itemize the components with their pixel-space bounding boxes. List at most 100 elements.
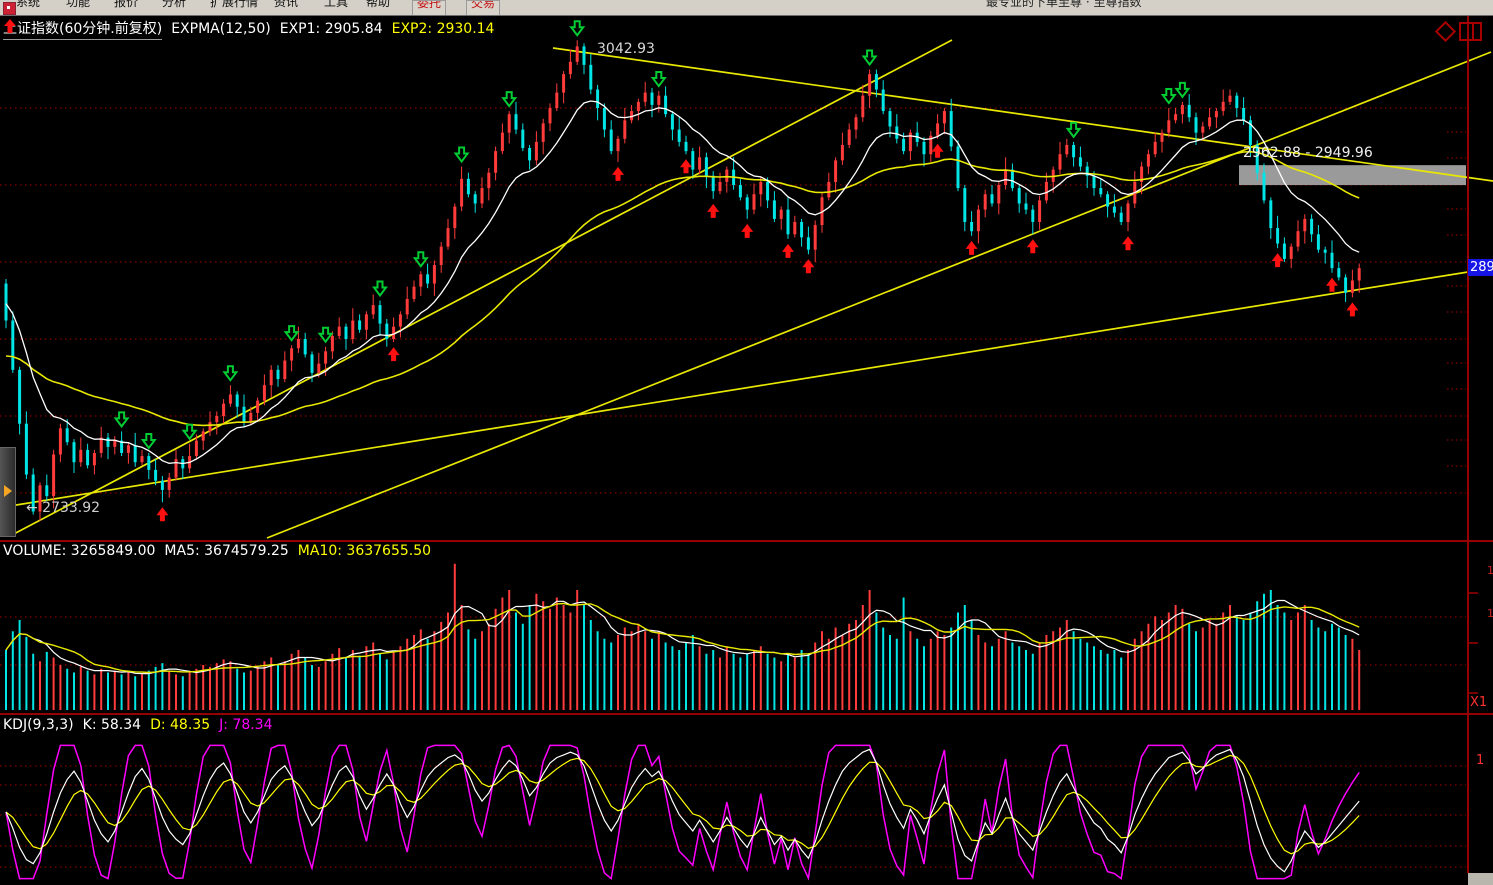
candle	[875, 74, 878, 89]
volume-bar	[1202, 628, 1204, 711]
left-scroll-handle[interactable]	[0, 447, 16, 537]
candle	[358, 321, 361, 330]
candle	[957, 147, 960, 189]
volume-bar	[855, 620, 857, 710]
volume-bar	[1147, 624, 1149, 710]
volume-bar	[1175, 605, 1177, 710]
candle	[671, 114, 674, 129]
sell-signal-arrow	[1163, 89, 1175, 103]
split-window-icon[interactable]	[1459, 22, 1482, 41]
candle	[11, 321, 14, 370]
candle	[610, 130, 613, 152]
candle	[263, 385, 266, 400]
volume-bar	[481, 631, 483, 710]
candle	[426, 274, 429, 283]
candle	[195, 441, 198, 456]
volume-bar	[563, 605, 565, 710]
volume-bar	[277, 665, 279, 710]
candle	[440, 247, 443, 265]
volume-bar	[556, 598, 558, 711]
sell-signal-arrow	[184, 425, 196, 439]
volume-bar	[665, 643, 667, 711]
sell-signal-arrow	[456, 148, 468, 162]
indicator-name[interactable]: EXPMA(12,50)	[171, 21, 271, 37]
volume-bar	[39, 661, 41, 710]
candle	[433, 265, 436, 283]
volume-bar	[359, 656, 361, 710]
kdj-name[interactable]: KDJ(9,3,3)	[3, 717, 74, 733]
last-price-badge: 289	[1468, 259, 1493, 276]
volume-bar	[80, 667, 82, 710]
volume-header: VOLUME: 3265849.00 MA5: 3674579.25 MA10:…	[3, 543, 431, 559]
candle	[392, 327, 395, 339]
candle	[311, 354, 314, 372]
sell-signal-arrow	[864, 51, 876, 65]
candle	[453, 207, 456, 229]
candle	[385, 324, 388, 339]
kdj-k-line	[6, 749, 1359, 871]
candle	[1337, 268, 1340, 277]
sell-signal-arrow	[116, 412, 128, 426]
volume-bar	[284, 661, 286, 710]
volume-bar	[73, 673, 75, 711]
volume-bar	[1338, 628, 1340, 711]
candle	[209, 422, 212, 431]
candle	[753, 194, 756, 209]
candle	[882, 90, 885, 112]
volume-ma10-line	[6, 604, 1359, 673]
candle	[868, 74, 871, 96]
volume-bar	[991, 646, 993, 710]
candle	[787, 210, 790, 235]
volume-bar	[141, 674, 143, 710]
candle	[236, 394, 239, 406]
volume-kdj-separator[interactable]	[0, 713, 1493, 715]
candle	[229, 394, 232, 403]
zone-box[interactable]	[1239, 165, 1466, 185]
corner-grip[interactable]	[1468, 873, 1493, 885]
trend-line[interactable]	[10, 40, 952, 536]
volume-bar	[1127, 650, 1129, 710]
candle	[1229, 96, 1232, 102]
volume-bar	[1215, 624, 1217, 710]
candle	[515, 114, 518, 129]
candle	[1242, 108, 1245, 120]
volume-bar	[535, 594, 537, 710]
kdj-j-line	[6, 745, 1359, 878]
candle	[59, 428, 62, 454]
sell-signal-arrow	[1176, 83, 1188, 97]
candle	[215, 416, 218, 422]
candle	[501, 133, 504, 151]
candle	[1079, 157, 1082, 166]
buy-signal-arrow	[802, 259, 814, 273]
candle	[895, 126, 898, 138]
trend-line[interactable]	[10, 268, 1493, 506]
candle	[256, 401, 259, 413]
buy-signal-arrow	[966, 241, 978, 255]
volume-bar	[603, 639, 605, 710]
sell-signal-arrow	[415, 252, 427, 266]
volume-bar	[807, 654, 809, 710]
candle	[1018, 188, 1021, 203]
candle	[283, 361, 286, 379]
buy-signal-arrow	[388, 347, 400, 361]
symbol-title[interactable]: 上证指数(60分钟.前复权)	[3, 18, 162, 40]
volume-bar	[66, 669, 68, 710]
volume-bar	[209, 667, 211, 710]
volume-bar	[297, 650, 299, 710]
candle	[725, 170, 728, 182]
candle	[1290, 247, 1293, 259]
volume-bar	[998, 639, 1000, 710]
candle	[1235, 96, 1238, 108]
volume-bar	[590, 620, 592, 710]
trend-line[interactable]	[267, 52, 1491, 538]
buy-signal-arrow	[1272, 253, 1284, 267]
volume-bar	[1324, 631, 1326, 710]
candle	[637, 102, 640, 111]
volume-bar	[1311, 620, 1313, 710]
sell-signal-arrow	[571, 21, 583, 35]
volume-bar	[1181, 609, 1183, 710]
volume-bar	[1141, 631, 1143, 710]
main-volume-separator[interactable]	[0, 540, 1493, 542]
candle	[834, 160, 837, 182]
candle	[202, 431, 205, 440]
